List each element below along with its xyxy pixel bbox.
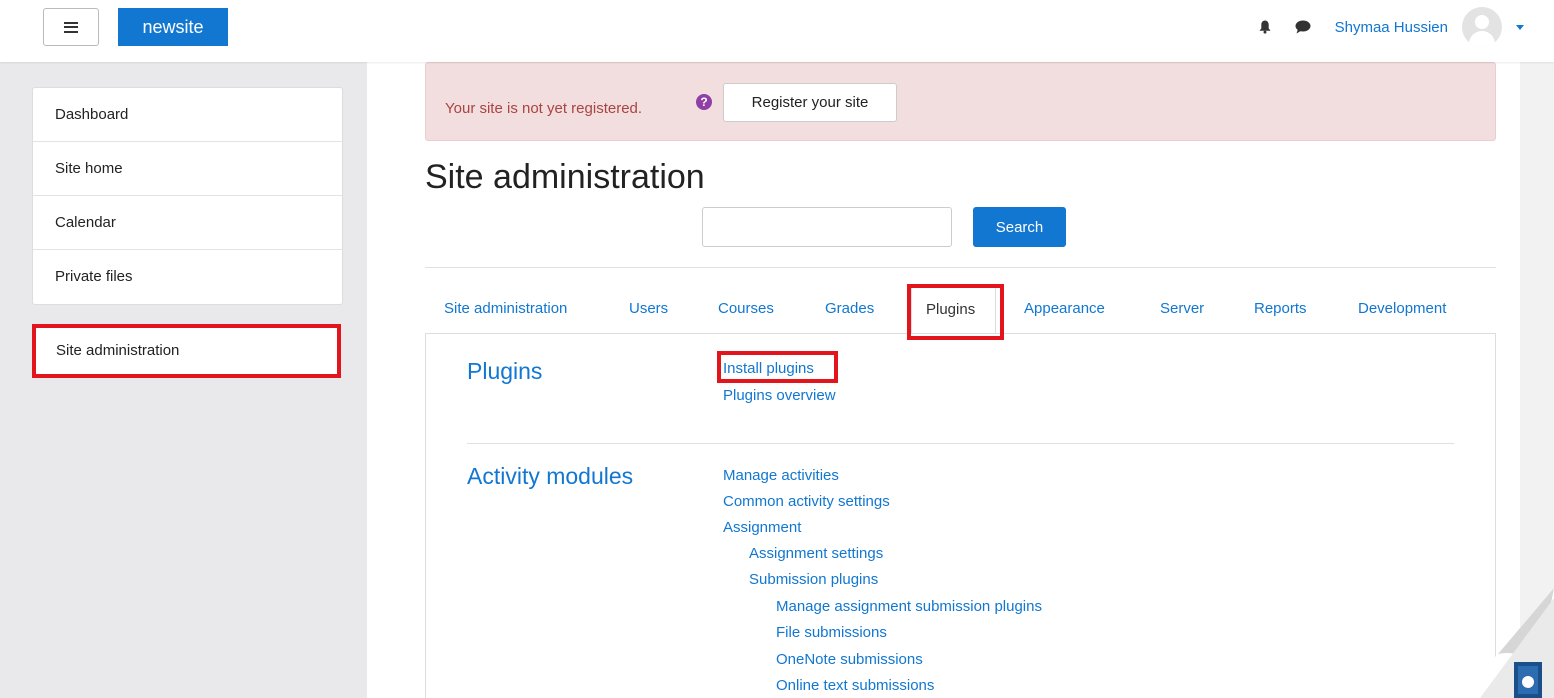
sidebar-item-site-administration[interactable]: Site administration bbox=[32, 324, 341, 378]
page-curl-logo-icon bbox=[1460, 588, 1554, 698]
user-nav: Shymaa Hussien bbox=[1259, 7, 1524, 47]
bell-icon[interactable] bbox=[1259, 20, 1271, 34]
link-online-text-submissions[interactable]: Online text submissions bbox=[776, 677, 934, 694]
sidebar-item-site-home[interactable]: Site home bbox=[33, 142, 342, 196]
link-assignment[interactable]: Assignment bbox=[723, 519, 801, 536]
question-circle-icon[interactable]: ? bbox=[696, 94, 712, 110]
section-divider bbox=[467, 443, 1454, 444]
link-assignment-settings[interactable]: Assignment settings bbox=[749, 545, 883, 562]
registration-alert: Your site is not yet registered. ? Regis… bbox=[425, 62, 1496, 141]
nav-drawer-list: Dashboard Site home Calendar Private fil… bbox=[32, 87, 343, 305]
avatar-body bbox=[1469, 31, 1495, 47]
tab-users[interactable]: Users bbox=[629, 284, 668, 333]
main-region: Your site is not yet registered. ? Regis… bbox=[367, 62, 1520, 698]
menu-toggle-button[interactable] bbox=[43, 8, 99, 46]
divider bbox=[425, 267, 1496, 268]
sidebar-item-dashboard[interactable]: Dashboard bbox=[33, 88, 342, 142]
section-title-activity-modules: Activity modules bbox=[467, 463, 634, 489]
tab-content-panel bbox=[425, 333, 1496, 698]
plugins-tab-highlight bbox=[907, 284, 1004, 340]
tab-courses[interactable]: Courses bbox=[718, 284, 774, 333]
sidebar-item-calendar[interactable]: Calendar bbox=[33, 196, 342, 250]
link-common-activity-settings[interactable]: Common activity settings bbox=[723, 493, 890, 510]
link-submission-plugins[interactable]: Submission plugins bbox=[749, 571, 878, 588]
link-manage-activities[interactable]: Manage activities bbox=[723, 467, 839, 484]
tab-server[interactable]: Server bbox=[1160, 284, 1204, 333]
avatar[interactable] bbox=[1462, 7, 1502, 47]
link-manage-submission-plugins[interactable]: Manage assignment submission plugins bbox=[776, 598, 1042, 615]
caret-down-icon[interactable] bbox=[1516, 24, 1524, 30]
avatar-head bbox=[1475, 15, 1489, 29]
tab-reports[interactable]: Reports bbox=[1254, 284, 1307, 333]
tab-development[interactable]: Development bbox=[1358, 284, 1446, 333]
link-onenote-submissions[interactable]: OneNote submissions bbox=[776, 651, 923, 668]
section-title-plugins: Plugins bbox=[467, 358, 543, 384]
hamburger-icon bbox=[64, 21, 78, 33]
alert-message: Your site is not yet registered. bbox=[445, 100, 643, 117]
link-file-submissions[interactable]: File submissions bbox=[776, 624, 887, 641]
site-brand-link[interactable]: newsite bbox=[118, 8, 228, 46]
tab-grades[interactable]: Grades bbox=[825, 284, 874, 333]
page-title: Site administration bbox=[425, 158, 705, 196]
chat-bubble-icon[interactable] bbox=[1295, 20, 1311, 34]
install-plugins-highlight bbox=[717, 351, 838, 383]
search-button[interactable]: Search bbox=[973, 207, 1066, 247]
top-navbar: newsite Shymaa Hussien bbox=[0, 0, 1554, 62]
admin-search-input[interactable] bbox=[702, 207, 952, 247]
left-sidebar: Dashboard Site home Calendar Private fil… bbox=[0, 62, 367, 698]
register-site-button[interactable]: Register your site bbox=[723, 83, 897, 122]
sidebar-item-private-files[interactable]: Private files bbox=[33, 250, 342, 304]
user-name-link[interactable]: Shymaa Hussien bbox=[1335, 19, 1448, 36]
tab-appearance[interactable]: Appearance bbox=[1024, 284, 1105, 333]
link-plugins-overview[interactable]: Plugins overview bbox=[723, 387, 836, 404]
tab-site-administration[interactable]: Site administration bbox=[444, 284, 567, 333]
